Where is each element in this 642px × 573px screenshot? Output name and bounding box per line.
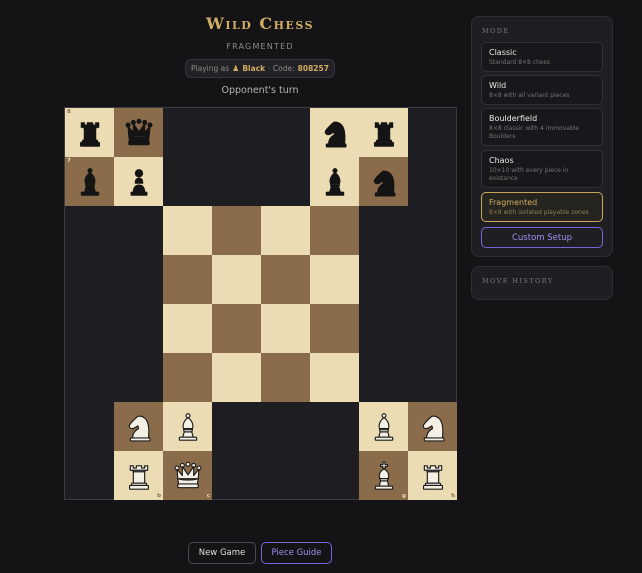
mode-desc: 8×8 classic with 4 immovable Boulders — [489, 125, 580, 140]
white-rook-icon[interactable] — [122, 459, 156, 493]
square-e5[interactable] — [261, 255, 310, 304]
square-b2[interactable] — [114, 402, 163, 451]
file-label: b — [157, 493, 161, 499]
square-c1[interactable]: c — [163, 451, 212, 500]
square-h1[interactable]: h — [408, 451, 457, 500]
square-g8[interactable] — [359, 108, 408, 157]
square-e3[interactable] — [261, 353, 310, 402]
turn-status: Opponent's turn — [221, 85, 299, 96]
custom-setup-button[interactable]: Custom Setup — [481, 227, 603, 248]
code-label: · Code: — [268, 64, 295, 73]
mode-desc: 10×10 with every piece in existance — [489, 167, 569, 182]
piece-guide-button[interactable]: Piece Guide — [261, 542, 332, 564]
white-bishop-icon[interactable] — [171, 410, 205, 444]
square-d3[interactable] — [212, 353, 261, 402]
move-history-panel: MOVE HISTORY — [471, 266, 613, 300]
square-b1[interactable]: b — [114, 451, 163, 500]
white-knight-icon[interactable] — [122, 410, 156, 444]
square-f4[interactable] — [310, 304, 359, 353]
mode-card-chaos[interactable]: Chaos 10×10 with every piece in existanc… — [481, 150, 603, 188]
square-g7[interactable] — [359, 157, 408, 206]
mode-name: Boulderfield — [489, 114, 538, 123]
mode-card-fragmented[interactable]: Fragmented 8×8 with isolated playable zo… — [481, 192, 603, 222]
square-d6[interactable] — [212, 206, 261, 255]
playing-as-label: Playing as — [191, 64, 230, 73]
square-f8[interactable] — [310, 108, 359, 157]
square-a8[interactable]: 8 — [65, 108, 114, 157]
mode-desc: 8×8 with all variant pieces — [489, 92, 570, 99]
file-label: h — [451, 493, 455, 499]
square-c4[interactable] — [163, 304, 212, 353]
square-c5[interactable] — [163, 255, 212, 304]
square-b7[interactable] — [114, 157, 163, 206]
mode-desc: Standard 8×8 chess — [489, 59, 550, 66]
mode-name: Fragmented — [489, 198, 538, 207]
white-king-icon[interactable] — [367, 459, 401, 493]
square-f3[interactable] — [310, 353, 359, 402]
black-rook-icon[interactable] — [73, 116, 107, 150]
rank-label: 8 — [67, 109, 71, 115]
pawn-icon: ♟ — [232, 64, 240, 73]
white-queen-icon[interactable] — [171, 459, 205, 493]
chess-board: 8 7 b c g h — [64, 107, 457, 500]
black-knight-icon[interactable] — [367, 165, 401, 199]
new-game-button[interactable]: New Game — [188, 542, 256, 564]
square-c6[interactable] — [163, 206, 212, 255]
white-rook-icon[interactable] — [416, 459, 450, 493]
file-label: g — [402, 493, 406, 499]
mode-panel: MODE Classic Standard 8×8 chess Wild 8×8… — [471, 16, 613, 257]
black-bishop-icon[interactable] — [73, 165, 107, 199]
square-h2[interactable] — [408, 402, 457, 451]
game-title: Wild Chess — [205, 14, 315, 33]
square-e4[interactable] — [261, 304, 310, 353]
square-d4[interactable] — [212, 304, 261, 353]
square-d5[interactable] — [212, 255, 261, 304]
mode-panel-title: MODE — [482, 27, 510, 35]
black-rook-icon[interactable] — [367, 116, 401, 150]
file-label: c — [206, 493, 210, 499]
mode-card-wild[interactable]: Wild 8×8 with all variant pieces — [481, 75, 603, 105]
square-b8[interactable] — [114, 108, 163, 157]
mode-card-boulderfield[interactable]: Boulderfield 8×8 classic with 4 immovabl… — [481, 108, 603, 146]
game-code: 808257 — [297, 64, 329, 73]
mode-card-classic[interactable]: Classic Standard 8×8 chess — [481, 42, 603, 72]
square-f6[interactable] — [310, 206, 359, 255]
move-history-title: MOVE HISTORY — [482, 277, 554, 285]
black-queen-icon[interactable] — [122, 116, 156, 150]
square-f5[interactable] — [310, 255, 359, 304]
mode-name: Classic — [489, 48, 517, 57]
mode-name: Wild — [489, 81, 507, 90]
square-g2[interactable] — [359, 402, 408, 451]
white-bishop-icon[interactable] — [367, 410, 401, 444]
square-c2[interactable] — [163, 402, 212, 451]
black-pawn-icon[interactable] — [122, 165, 156, 199]
black-bishop-icon[interactable] — [318, 165, 352, 199]
player-color: Black — [242, 64, 266, 73]
square-f7[interactable] — [310, 157, 359, 206]
rank-label: 7 — [67, 158, 71, 164]
square-a7[interactable]: 7 — [65, 157, 114, 206]
black-knight-icon[interactable] — [318, 116, 352, 150]
mode-desc: 8×8 with isolated playable zones — [489, 209, 589, 216]
player-info-pill: Playing as ♟ Black · Code: 808257 — [185, 59, 335, 78]
square-g1[interactable]: g — [359, 451, 408, 500]
mode-subtitle: FRAGMENTED — [226, 42, 294, 51]
mode-name: Chaos — [489, 156, 514, 165]
square-e6[interactable] — [261, 206, 310, 255]
square-c3[interactable] — [163, 353, 212, 402]
white-knight-icon[interactable] — [416, 410, 450, 444]
